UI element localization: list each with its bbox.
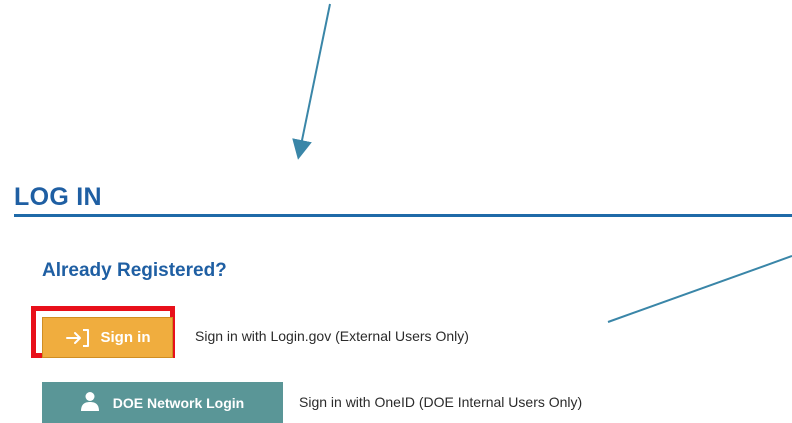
sign-in-label: Sign in xyxy=(100,329,151,346)
title-divider xyxy=(14,214,792,217)
annotation-arrows xyxy=(292,3,792,323)
user-icon xyxy=(80,391,99,414)
sign-in-arrow-icon xyxy=(65,328,91,348)
section-heading: Already Registered? xyxy=(42,260,227,281)
sign-in-description: Sign in with Login.gov (External Users O… xyxy=(195,328,469,344)
sign-in-button[interactable]: Sign in xyxy=(42,317,173,358)
doe-network-login-label: DOE Network Login xyxy=(112,394,245,411)
annotation-arrow-down xyxy=(292,3,331,160)
annotation-line-right xyxy=(607,255,792,323)
doe-login-description: Sign in with OneID (DOE Internal Users O… xyxy=(299,394,583,410)
page-title: LOG IN xyxy=(14,183,102,211)
doe-network-login-button[interactable]: DOE Network Login xyxy=(42,382,283,423)
